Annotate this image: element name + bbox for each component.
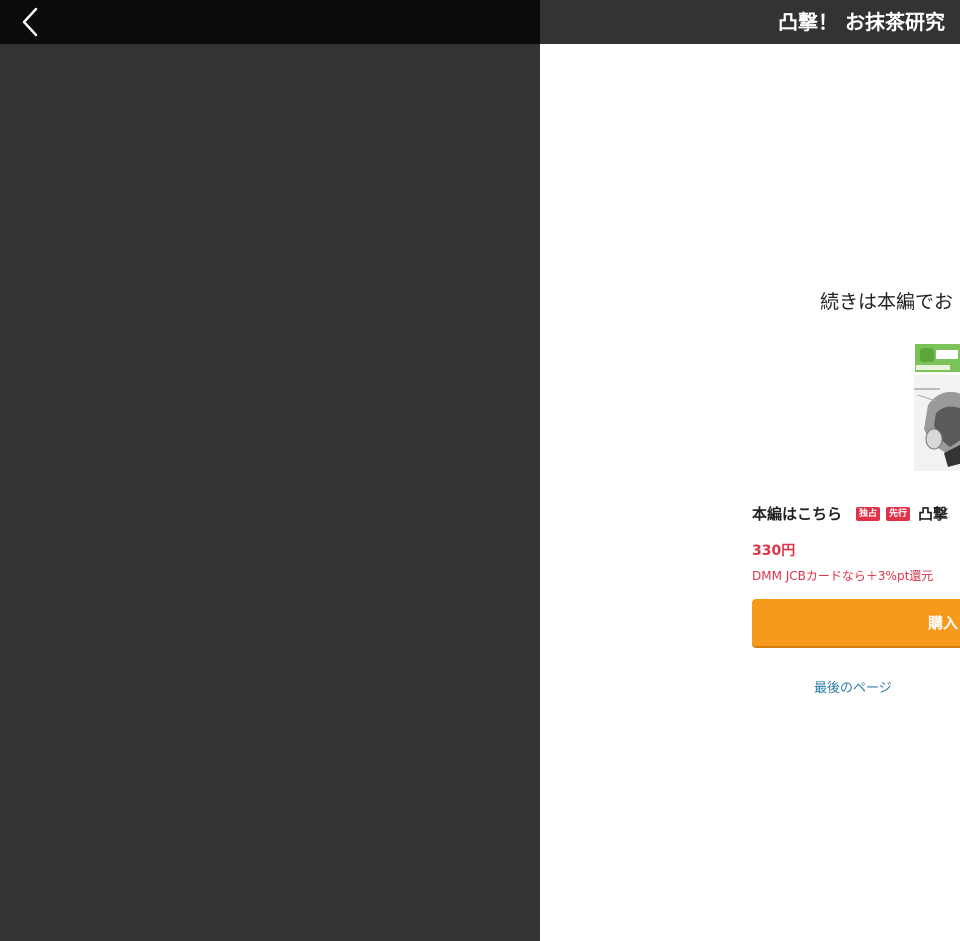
price: 330円: [752, 543, 796, 559]
reader-page-left[interactable]: [0, 0, 540, 941]
buy-button-label: 購入: [928, 614, 959, 632]
viewer-stage: 凸撃！ お抹茶研究 続きは本編でお 本編はこちら 独占 先行 凸撃 330円 D…: [0, 0, 960, 941]
early-release-badge: 先行: [886, 506, 911, 521]
last-page-link[interactable]: 最後のページ: [814, 677, 892, 696]
continue-message: 続きは本編でお: [820, 291, 954, 313]
page-title: 凸撃！ お抹茶研究: [778, 10, 945, 34]
chevron-left-icon: [22, 7, 38, 37]
point-promo: DMM JCBカードなら＋3%pt還元: [752, 569, 934, 583]
buy-button[interactable]: 購入: [752, 599, 960, 646]
viewer-header-right: 凸撃！ お抹茶研究: [540, 0, 960, 44]
viewer-header-left: [0, 0, 540, 44]
product-title-row: 本編はこちら 独占 先行 凸撃: [752, 503, 948, 524]
back-button[interactable]: [12, 4, 48, 40]
product-lead: 本編はこちら: [752, 505, 843, 523]
end-of-preview-panel: 凸撃！ お抹茶研究 続きは本編でお 本編はこちら 独占 先行 凸撃 330円 D…: [540, 0, 960, 941]
exclusive-badge: 独占: [856, 506, 881, 521]
cover-image: [914, 343, 960, 471]
product-name-link[interactable]: 凸撃: [918, 503, 948, 524]
cover-thumbnail[interactable]: [914, 343, 960, 471]
